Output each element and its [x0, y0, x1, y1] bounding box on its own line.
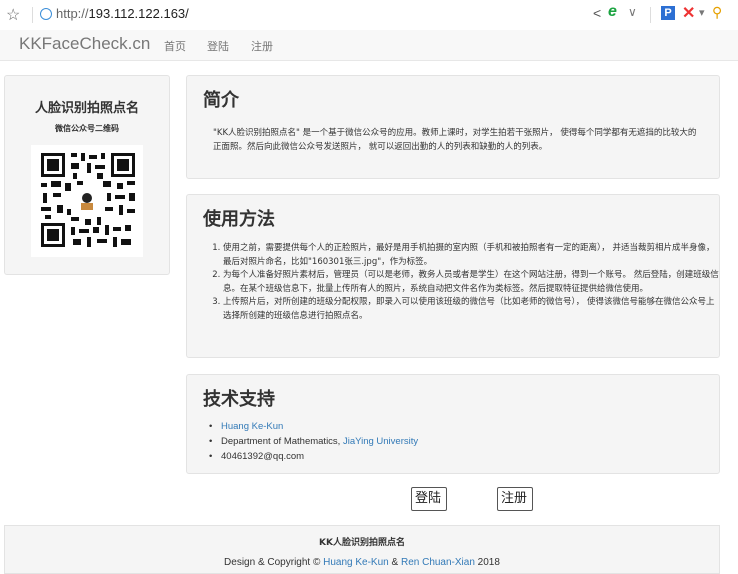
qr-code-image: [31, 145, 143, 257]
amp-text: &: [388, 557, 401, 568]
footer-copyright: Design & Copyright © Huang Ke-Kun & Ren …: [5, 557, 719, 568]
tech-heading: 技术支持: [203, 389, 275, 410]
university-link[interactable]: JiaYing University: [343, 436, 418, 447]
url-scheme: http://: [56, 6, 89, 21]
qr-panel: 人脸识别拍照点名 微信公众号二维码: [4, 75, 170, 275]
usage-list: 使用之前，需要提供每个人的正脸照片，最好是用手机拍摄的室内照（手机和被拍照者有一…: [207, 242, 719, 323]
p-extension-icon[interactable]: P: [661, 6, 675, 20]
nav-login-link[interactable]: 登陆: [207, 38, 229, 54]
list-item: Department of Mathematics, JiaYing Unive…: [221, 434, 701, 449]
chevron-down-icon[interactable]: ∨: [628, 5, 637, 19]
intro-heading: 简介: [203, 90, 239, 111]
nav-register-link[interactable]: 注册: [251, 38, 273, 54]
site-navbar: KKFaceCheck.cn 首页 登陆 注册: [0, 30, 738, 61]
nav-home-link[interactable]: 首页: [164, 38, 186, 54]
register-button[interactable]: 注册: [497, 487, 533, 511]
intro-text: "KK人脸识别拍照点名" 是一个基于微信公众号的应用。教师上课时，对学生拍若干张…: [213, 128, 697, 152]
dept-text: Department of Mathematics,: [221, 436, 343, 447]
sidebar-title: 人脸识别拍照点名: [34, 101, 139, 116]
address-bar[interactable]: http://193.112.122.163/: [56, 6, 189, 21]
email-text: 40461392@qq.com: [221, 451, 305, 462]
share-icon[interactable]: <: [593, 5, 601, 21]
author2-link[interactable]: Ren Chuan-Xian: [401, 557, 475, 568]
copyright-text: Design & Copyright ©: [224, 557, 324, 568]
close-icon[interactable]: ✕: [682, 3, 695, 23]
list-item: 上传照片后，对所创建的班级分配权限，即录入可以使用该班级的微信号（比如老师的微信…: [223, 296, 719, 323]
author-link[interactable]: Huang Ke-Kun: [221, 421, 283, 432]
list-item: 40461392@qq.com: [221, 449, 701, 464]
tech-list: Huang Ke-Kun Department of Mathematics, …: [207, 419, 701, 464]
star-icon[interactable]: ☆: [6, 5, 20, 25]
usage-panel: 使用方法 使用之前，需要提供每个人的正脸照片，最好是用手机拍摄的室内照（手机和被…: [186, 194, 720, 358]
chevron-down-icon[interactable]: ▾: [699, 6, 705, 19]
sidebar-subtitle: 微信公众号二维码: [55, 124, 119, 133]
list-item: Huang Ke-Kun: [221, 419, 701, 434]
year-text: 2018: [474, 557, 500, 568]
list-item: 为每个人准备好照片素材后，管理员（可以是老师，教务人员或者是学生）在这个网站注册…: [223, 269, 719, 296]
login-button[interactable]: 登陆: [411, 487, 447, 511]
tech-panel: 技术支持 Huang Ke-Kun Department of Mathemat…: [186, 374, 720, 474]
intro-panel: 简介 "KK人脸识别拍照点名" 是一个基于微信公众号的应用。教师上课时，对学生拍…: [186, 75, 720, 179]
footer-title: KK人脸识别拍照点名: [319, 538, 405, 548]
author1-link[interactable]: Huang Ke-Kun: [323, 557, 389, 568]
usage-heading: 使用方法: [203, 209, 275, 230]
ie-icon[interactable]: e: [608, 3, 617, 21]
footer: KK人脸识别拍照点名 Design & Copyright © Huang Ke…: [4, 525, 720, 574]
url-host: 193.112.122.163/: [88, 6, 189, 21]
divider: [650, 7, 651, 23]
list-item: 使用之前，需要提供每个人的正脸照片，最好是用手机拍摄的室内照（手机和被拍照者有一…: [223, 242, 719, 269]
divider: [32, 7, 33, 23]
browser-toolbar: ☆ http://193.112.122.163/ < e ∨ P ✕ ▾ ⚲: [0, 0, 738, 31]
search-icon[interactable]: ⚲: [712, 4, 722, 21]
globe-icon: [40, 8, 52, 20]
brand-link[interactable]: KKFaceCheck.cn: [19, 34, 150, 54]
